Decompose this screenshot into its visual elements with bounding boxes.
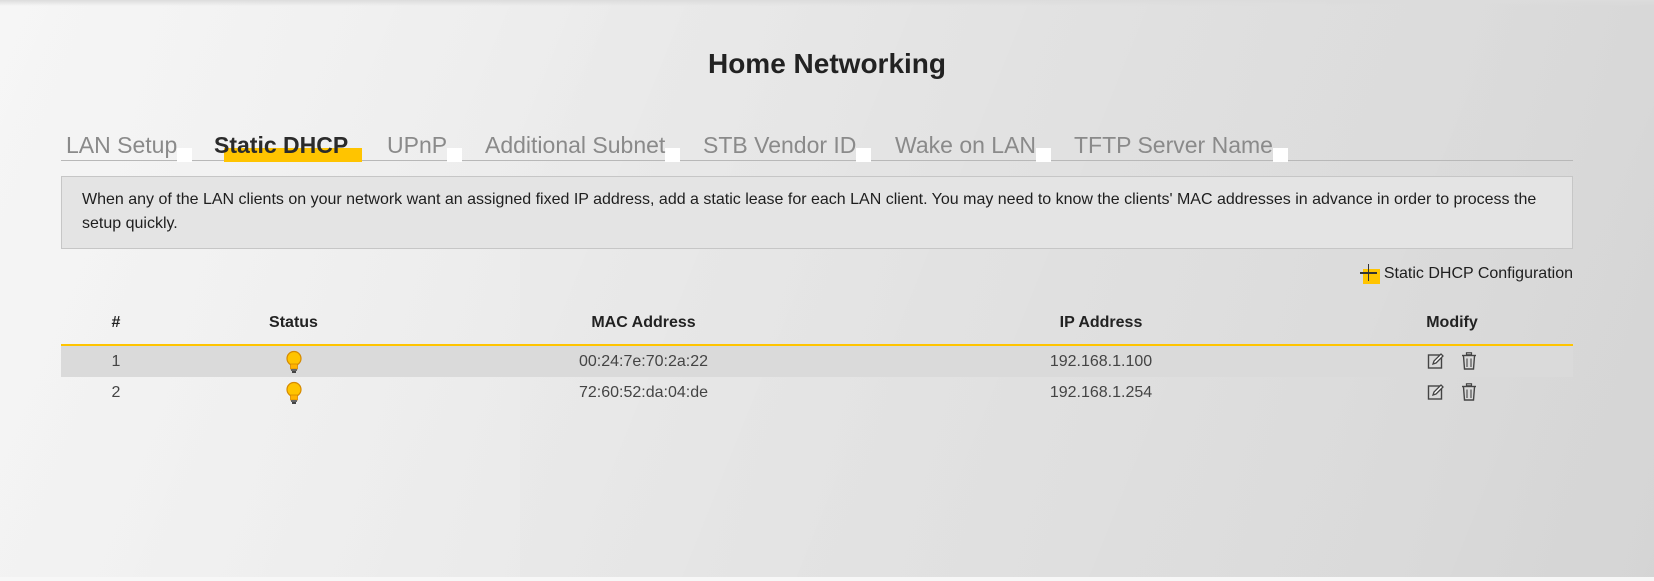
page-title: Home Networking <box>707 48 947 79</box>
tab-marker <box>665 148 681 162</box>
tab-marker <box>1272 148 1288 162</box>
tab-label: TFTP Server Name <box>1074 132 1273 158</box>
table-row: 2 72:60:52:da:04:de 192.168.1.254 <box>61 377 1573 408</box>
mac-address-cell: 00:24:7e:70:2a:22 <box>416 345 871 377</box>
trash-icon[interactable] <box>1461 352 1477 371</box>
tab-bar: LAN Setup Static DHCP UPnP Additional Su… <box>61 128 1573 162</box>
tab-wake-on-lan[interactable]: Wake on LAN <box>895 132 1052 162</box>
tab-static-dhcp[interactable]: Static DHCP <box>214 132 363 162</box>
row-number: 2 <box>111 383 121 401</box>
bulb-on-icon <box>285 381 302 404</box>
edit-icon[interactable] <box>1427 383 1445 401</box>
edit-icon[interactable] <box>1427 352 1445 370</box>
plus-icon <box>1359 263 1382 285</box>
tab-label: Additional Subnet <box>485 132 666 158</box>
mac-address-cell: 72:60:52:da:04:de <box>578 383 708 401</box>
add-static-dhcp-button[interactable]: Static DHCP Configuration <box>1359 263 1573 285</box>
tab-lan-setup[interactable]: LAN Setup <box>66 132 193 162</box>
status-cell <box>171 345 416 377</box>
tab-marker <box>177 148 193 162</box>
col-header-num: # <box>61 306 171 346</box>
ip-address-cell: 192.168.1.100 <box>871 345 1331 377</box>
add-static-dhcp-label: Static DHCP Configuration <box>1383 265 1573 282</box>
tab-marker <box>1036 148 1052 162</box>
tab-marker <box>856 148 872 162</box>
static-dhcp-table: # Status MAC Address IP Address Modify 1… <box>61 306 1573 408</box>
tab-label: LAN Setup <box>66 132 178 158</box>
col-header-ip: IP Address <box>871 306 1331 346</box>
table-header-row: # Status MAC Address IP Address Modify <box>61 306 1573 346</box>
trash-icon[interactable] <box>1461 383 1477 402</box>
info-box: When any of the LAN clients on your netw… <box>61 176 1573 249</box>
modify-cell <box>1331 377 1573 408</box>
tab-tftp-server-name[interactable]: TFTP Server Name <box>1074 132 1288 162</box>
background-light <box>0 0 1654 581</box>
ip-address-cell: 192.168.1.254 <box>1049 383 1153 401</box>
row-number: 1 <box>61 345 171 377</box>
col-header-mac: MAC Address <box>416 306 871 346</box>
tab-label: UPnP <box>387 132 448 158</box>
background-shade <box>520 0 1654 581</box>
status-cell <box>171 377 416 408</box>
modify-cell <box>1331 345 1573 377</box>
tab-label: Static DHCP <box>214 132 349 158</box>
tab-marker <box>447 148 463 162</box>
top-edge <box>0 0 1654 6</box>
tab-additional-subnet[interactable]: Additional Subnet <box>485 132 681 162</box>
tab-upnp[interactable]: UPnP <box>387 132 463 162</box>
table-row: 1 00:24:7e:70:2a:22 192.168.1.100 <box>61 345 1573 377</box>
tab-label: Wake on LAN <box>895 132 1037 158</box>
col-header-modify: Modify <box>1331 306 1573 346</box>
tab-stb-vendor-id[interactable]: STB Vendor ID <box>703 132 872 162</box>
bulb-on-icon <box>285 350 302 373</box>
tab-label: STB Vendor ID <box>703 132 857 158</box>
col-header-status: Status <box>171 306 416 346</box>
bottom-edge <box>0 577 1654 581</box>
